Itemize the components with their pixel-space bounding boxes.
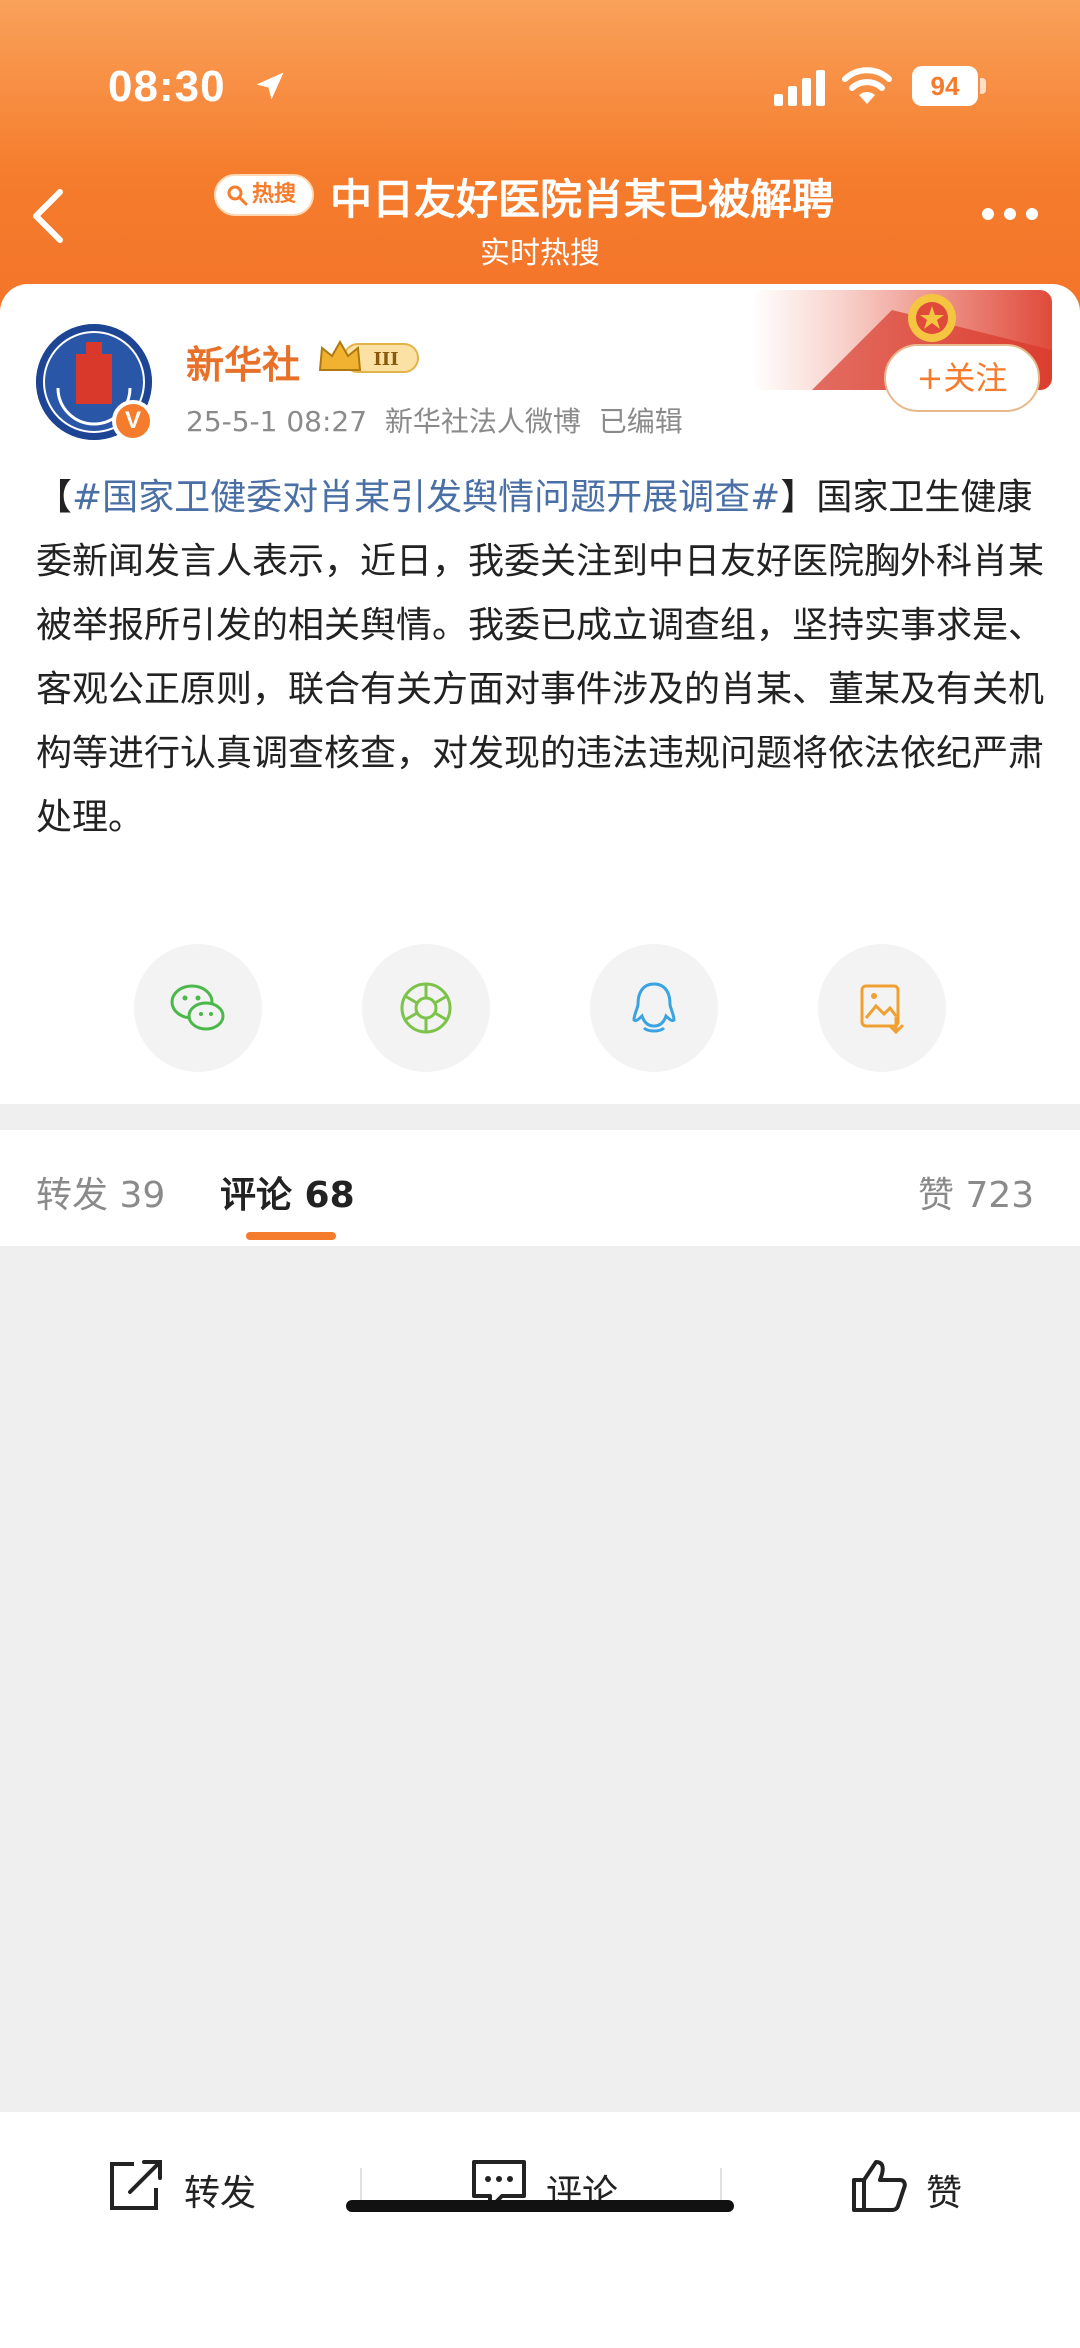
hashtag-link[interactable]: #国家卫健委对肖某引发舆情问题开展调查# — [72, 477, 780, 518]
share-row — [0, 944, 1080, 1074]
save-image-icon — [860, 984, 904, 1035]
post-body-line1: 国家卫 — [816, 477, 925, 518]
page-subtitle: 实时热搜 — [480, 236, 600, 271]
repost-label: 转发 — [184, 2173, 257, 2214]
post-timestamp: 25-5-1 08:27 — [186, 405, 368, 438]
tab-repost[interactable]: 转发 39 — [36, 1166, 165, 1218]
cellular-signal-icon — [774, 70, 825, 106]
wifi-icon — [842, 67, 892, 104]
share-moments-button[interactable] — [362, 944, 490, 1072]
bottom-action-bar: 转发 评论 赞 — [0, 2112, 1080, 2348]
hot-search-badge[interactable]: 热搜 — [214, 174, 314, 216]
share-wechat-button[interactable] — [134, 944, 262, 1072]
crown-level-badge-icon: III — [318, 339, 419, 373]
level-text: III — [373, 349, 398, 370]
qq-icon — [632, 982, 676, 1033]
tab-likes[interactable]: 赞 723 — [918, 1166, 1034, 1218]
more-options-icon[interactable] — [980, 206, 1040, 222]
tab-comments[interactable]: 评论 68 — [220, 1166, 355, 1218]
page-title: 中日友好医院肖某已被解聘 — [330, 175, 835, 224]
comments-area — [0, 1246, 1080, 2116]
follow-button[interactable]: +关注 — [884, 344, 1040, 412]
hot-badge-label: 热搜 — [252, 182, 297, 207]
post-body-text: 生健康委新闻发言人表示，近日，我委关注到中日友好医院胸外科肖某被举报所引发的相关… — [36, 477, 1045, 838]
repost-icon — [110, 2160, 162, 2210]
thumbs-up-icon — [852, 2160, 907, 2212]
status-bar: 08:30 94 — [0, 0, 1080, 170]
post-source: 新华社法人微博 — [384, 405, 581, 438]
save-image-button[interactable] — [818, 944, 946, 1072]
post-card: V 新华社 III 25-5-1 08:27 新华社法人微博 已编辑 +关注 【… — [0, 284, 1080, 1104]
post-meta: 25-5-1 08:27 新华社法人微博 已编辑 — [186, 400, 683, 440]
edited-label: 已编辑 — [598, 405, 683, 438]
location-arrow-icon — [256, 72, 284, 100]
post-tabs: 转发 39 评论 68 赞 723 — [0, 1130, 1080, 1246]
moments-icon — [400, 982, 452, 1034]
battery-indicator: 94 — [912, 66, 978, 106]
search-icon — [227, 185, 248, 206]
username[interactable]: 新华社 — [186, 334, 300, 389]
share-qq-button[interactable] — [590, 944, 718, 1072]
clock: 08:30 — [108, 62, 226, 111]
home-indicator — [346, 2200, 734, 2212]
verified-badge: V — [112, 400, 154, 442]
like-label: 赞 — [926, 2173, 963, 2214]
active-tab-indicator — [246, 1232, 336, 1240]
wechat-icon — [170, 984, 225, 1031]
battery-nub — [980, 78, 986, 94]
post-body: 【#国家卫健委对肖某引发舆情问题开展调查#】国家卫生健康委新闻发言人表示，近日，… — [36, 477, 1045, 838]
